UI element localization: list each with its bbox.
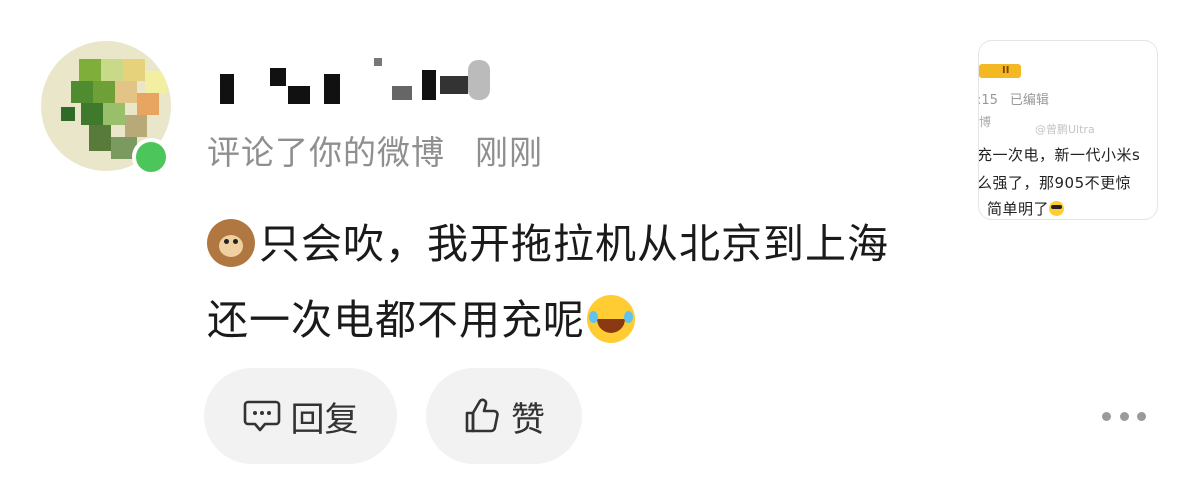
username-redaction: [270, 68, 286, 86]
monkey-icon: [207, 219, 255, 267]
sunglasses-emoji-icon: [1049, 201, 1065, 216]
more-dot: [1102, 411, 1111, 421]
preview-source-mark: 博: [979, 115, 992, 129]
preview-line-1: 充一次电，新一代小米s: [978, 146, 1141, 164]
username[interactable]: [212, 52, 502, 112]
username-redaction: [440, 76, 468, 94]
username-redaction: [220, 74, 234, 104]
timestamp: 刚刚: [475, 133, 543, 172]
reply-label: 回复: [290, 399, 359, 440]
notification-subtitle: 评论了你的微博 刚刚: [207, 126, 543, 174]
comment-line-2: 还一次电都不用充呢: [207, 296, 585, 344]
avatar-mosaic: [125, 115, 147, 137]
comment-line-1: 只会吹，我开拖拉机从北京到上海: [259, 220, 889, 268]
action-text: 评论了你的微博: [207, 133, 445, 172]
avatar-mosaic: [81, 103, 103, 125]
weibo-preview-thumbnail[interactable]: II :15 已编辑 博 @曾鹏Ultra 充一次电，新一代小米s 么强了，那90…: [978, 40, 1158, 220]
username-redaction: [324, 74, 340, 104]
member-badge-text: II: [1002, 65, 1010, 76]
online-status-dot: [132, 138, 170, 176]
thumbs-up-icon: [465, 398, 499, 433]
avatar-mosaic: [145, 71, 167, 93]
avatar-mosaic: [79, 59, 101, 81]
avatar-mosaic: [137, 93, 159, 115]
preview-meta: :15 已编辑: [978, 89, 1049, 108]
comment-text: 只会吹，我开拖拉机从北京到上海 还一次电都不用充呢: [207, 206, 967, 358]
username-redaction: [422, 70, 436, 100]
like-label: 赞: [511, 399, 545, 440]
preview-line-3: 简单明了: [987, 200, 1050, 218]
username-redaction: [288, 86, 310, 104]
like-button[interactable]: 赞: [426, 368, 582, 464]
avatar-mosaic: [115, 81, 137, 103]
avatar-mosaic: [71, 81, 93, 103]
preview-time: :15: [978, 93, 998, 108]
username-redaction: [392, 86, 412, 100]
avatar-mosaic: [101, 59, 123, 81]
username-redaction: [374, 58, 382, 66]
preview-line-3-wrap: 简单明了: [987, 198, 1065, 219]
avatar-mosaic: [123, 59, 145, 81]
member-badge: [979, 64, 1021, 78]
avatar-mosaic: [61, 107, 75, 121]
laughing-crying-icon: [587, 295, 635, 343]
comment-bubble-icon: [243, 400, 280, 432]
more-dot: [1119, 411, 1129, 421]
reply-button[interactable]: 回复: [204, 368, 397, 464]
comment-line: 只会吹，我开拖拉机从北京到上海: [207, 206, 967, 282]
comment-line: 还一次电都不用充呢: [207, 282, 967, 358]
avatar-mosaic: [93, 81, 115, 103]
username-redaction: [468, 60, 490, 100]
preview-watermark: @曾鹏Ultra: [1035, 123, 1095, 136]
avatar-mosaic: [89, 125, 111, 151]
more-dots-icon[interactable]: [1102, 408, 1146, 424]
avatar-mosaic: [103, 103, 125, 125]
more-dot: [1137, 411, 1146, 421]
preview-edited: 已编辑: [1009, 93, 1049, 108]
preview-line-2: 么强了，那905不更惊: [978, 174, 1132, 192]
